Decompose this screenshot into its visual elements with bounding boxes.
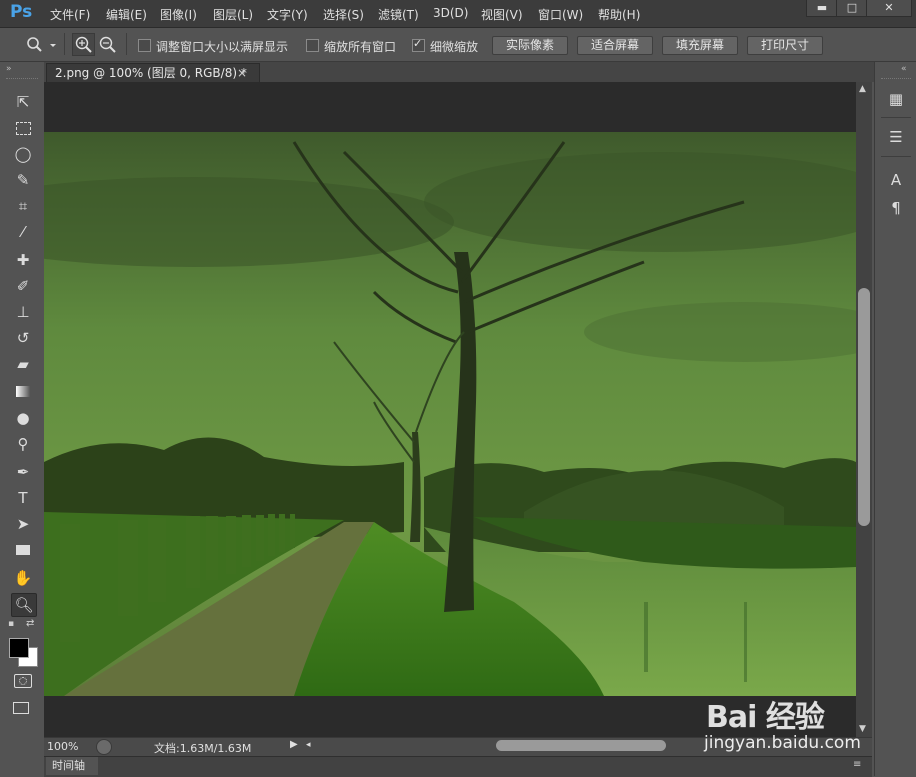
- quick-selection-tool-icon[interactable]: ✎: [11, 169, 35, 191]
- panel-grip[interactable]: [881, 78, 911, 84]
- timeline-panel: [44, 756, 872, 777]
- screen-mode-icon[interactable]: [13, 702, 29, 714]
- move-tool-icon[interactable]: ⇱: [11, 91, 35, 113]
- maximize-button[interactable]: □: [836, 0, 868, 17]
- type-tool-icon[interactable]: T: [11, 487, 35, 509]
- pen-tool-icon[interactable]: ✒: [11, 461, 35, 483]
- separator: [881, 117, 911, 118]
- actual-pixels-button[interactable]: 实际像素: [492, 36, 568, 55]
- close-button[interactable]: ✕: [866, 0, 912, 17]
- document-tab-title: 2.png @ 100% (图层 0, RGB/8) *: [55, 66, 247, 80]
- resize-windows-label: 调整窗口大小以满屏显示: [156, 40, 289, 54]
- baidu-watermark-url: jingyan.baidu.com: [704, 733, 861, 753]
- scrubby-zoom-checkbox[interactable]: [412, 37, 425, 52]
- history-brush-tool-icon[interactable]: ↺: [11, 327, 35, 349]
- fill-screen-button[interactable]: 填充屏幕: [662, 36, 738, 55]
- marquee-tool-icon[interactable]: [11, 117, 35, 139]
- menu-3d[interactable]: 3D(D): [433, 6, 468, 20]
- tools-panel: » ⇱ ◯ ✎ ⌗ ⁄ ✚ ✐ ⊥ ↺ ▰ ● ⚲ ✒ T ➤ ✋ 🔍︎ ▪ ⇄: [0, 62, 45, 776]
- zoom-tool-icon[interactable]: 🔍︎: [11, 593, 37, 617]
- lasso-tool-icon[interactable]: ◯: [11, 143, 35, 165]
- menu-layer[interactable]: 图层(L): [213, 6, 253, 23]
- vertical-scroll-thumb[interactable]: [858, 288, 870, 526]
- scroll-left-icon[interactable]: ◂: [306, 740, 311, 750]
- blur-tool-icon[interactable]: ●: [11, 407, 35, 429]
- menu-window[interactable]: 窗口(W): [538, 6, 583, 23]
- brush-tool-icon[interactable]: ✐: [11, 275, 35, 297]
- zoom-out-icon[interactable]: [97, 34, 118, 55]
- dodge-tool-icon[interactable]: ⚲: [11, 433, 35, 455]
- horizontal-scroll-thumb[interactable]: [496, 740, 666, 751]
- panel-menu-icon[interactable]: ≡: [853, 759, 861, 770]
- quick-mask-icon[interactable]: [14, 674, 32, 688]
- timeline-tab[interactable]: 时间轴: [46, 757, 98, 775]
- healing-brush-tool-icon[interactable]: ✚: [11, 249, 35, 271]
- zoom-in-icon[interactable]: [72, 33, 95, 56]
- minimize-button[interactable]: ▬: [806, 0, 838, 17]
- clone-stamp-tool-icon[interactable]: ⊥: [11, 301, 35, 323]
- crop-tool-icon[interactable]: ⌗: [11, 195, 35, 217]
- zoom-tool-preset-icon[interactable]: [26, 36, 56, 54]
- character-panel-icon[interactable]: A: [885, 169, 907, 191]
- print-size-button[interactable]: 打印尺寸: [747, 36, 823, 55]
- document-size-info: 文档:1.63M/1.63M: [154, 742, 252, 755]
- hand-tool-icon[interactable]: ✋: [11, 567, 35, 589]
- panel-grip[interactable]: [6, 78, 38, 84]
- menu-view[interactable]: 视图(V): [481, 6, 523, 23]
- menu-bar: Ps 文件(F) 编辑(E) 图像(I) 图层(L) 文字(Y) 选择(S) 滤…: [0, 0, 916, 28]
- zoom-all-windows-checkbox[interactable]: [306, 39, 319, 52]
- separator: [64, 33, 65, 55]
- status-menu-arrow-icon[interactable]: ▶: [290, 739, 298, 750]
- separator: [881, 156, 911, 157]
- app-logo: Ps: [10, 2, 33, 22]
- baidu-watermark-logo: Bai 经验: [706, 700, 825, 735]
- eyedropper-tool-icon[interactable]: ⁄: [11, 221, 35, 243]
- scrubby-zoom-label: 细微缩放: [430, 40, 479, 54]
- rectangle-tool-icon[interactable]: [11, 539, 35, 561]
- path-selection-tool-icon[interactable]: ➤: [11, 513, 35, 535]
- menu-filter[interactable]: 滤镜(T): [378, 6, 419, 23]
- menu-select[interactable]: 选择(S): [323, 6, 364, 23]
- options-bar: 调整窗口大小以满屏显示 缩放所有窗口 细微缩放 实际像素 适合屏幕 填充屏幕 打…: [0, 28, 916, 62]
- menu-type[interactable]: 文字(Y): [267, 6, 308, 23]
- fit-screen-button[interactable]: 适合屏幕: [577, 36, 653, 55]
- properties-panel-icon[interactable]: ☰: [885, 126, 907, 148]
- menu-help[interactable]: 帮助(H): [598, 6, 640, 23]
- canvas-image[interactable]: [44, 132, 856, 696]
- gradient-tool-icon[interactable]: [11, 381, 35, 403]
- zoom-level-field[interactable]: 100%: [47, 740, 78, 753]
- default-colors-icon[interactable]: ▪: [8, 619, 14, 629]
- menu-edit[interactable]: 编辑(E): [106, 6, 147, 23]
- expand-panels-icon[interactable]: «: [901, 64, 907, 74]
- close-tab-icon[interactable]: ×: [237, 64, 247, 83]
- eraser-tool-icon[interactable]: ▰: [11, 353, 35, 375]
- document-tab[interactable]: 2.png @ 100% (图层 0, RGB/8) * ×: [46, 63, 260, 83]
- separator: [126, 33, 127, 55]
- paragraph-panel-icon[interactable]: ¶: [885, 197, 907, 219]
- zoom-all-windows-label: 缩放所有窗口: [324, 40, 397, 54]
- scroll-up-icon[interactable]: ▲: [859, 84, 866, 94]
- resize-windows-checkbox[interactable]: [138, 39, 151, 52]
- swap-colors-icon[interactable]: ⇄: [26, 618, 34, 629]
- menu-file[interactable]: 文件(F): [50, 6, 90, 23]
- menu-image[interactable]: 图像(I): [160, 6, 197, 23]
- share-icon[interactable]: [96, 739, 112, 755]
- right-panel-dock: « ▦ ☰ A ¶: [874, 62, 916, 776]
- collapse-panel-icon[interactable]: »: [6, 64, 12, 74]
- foreground-color-swatch[interactable]: [9, 638, 29, 658]
- history-panel-icon[interactable]: ▦: [885, 88, 907, 110]
